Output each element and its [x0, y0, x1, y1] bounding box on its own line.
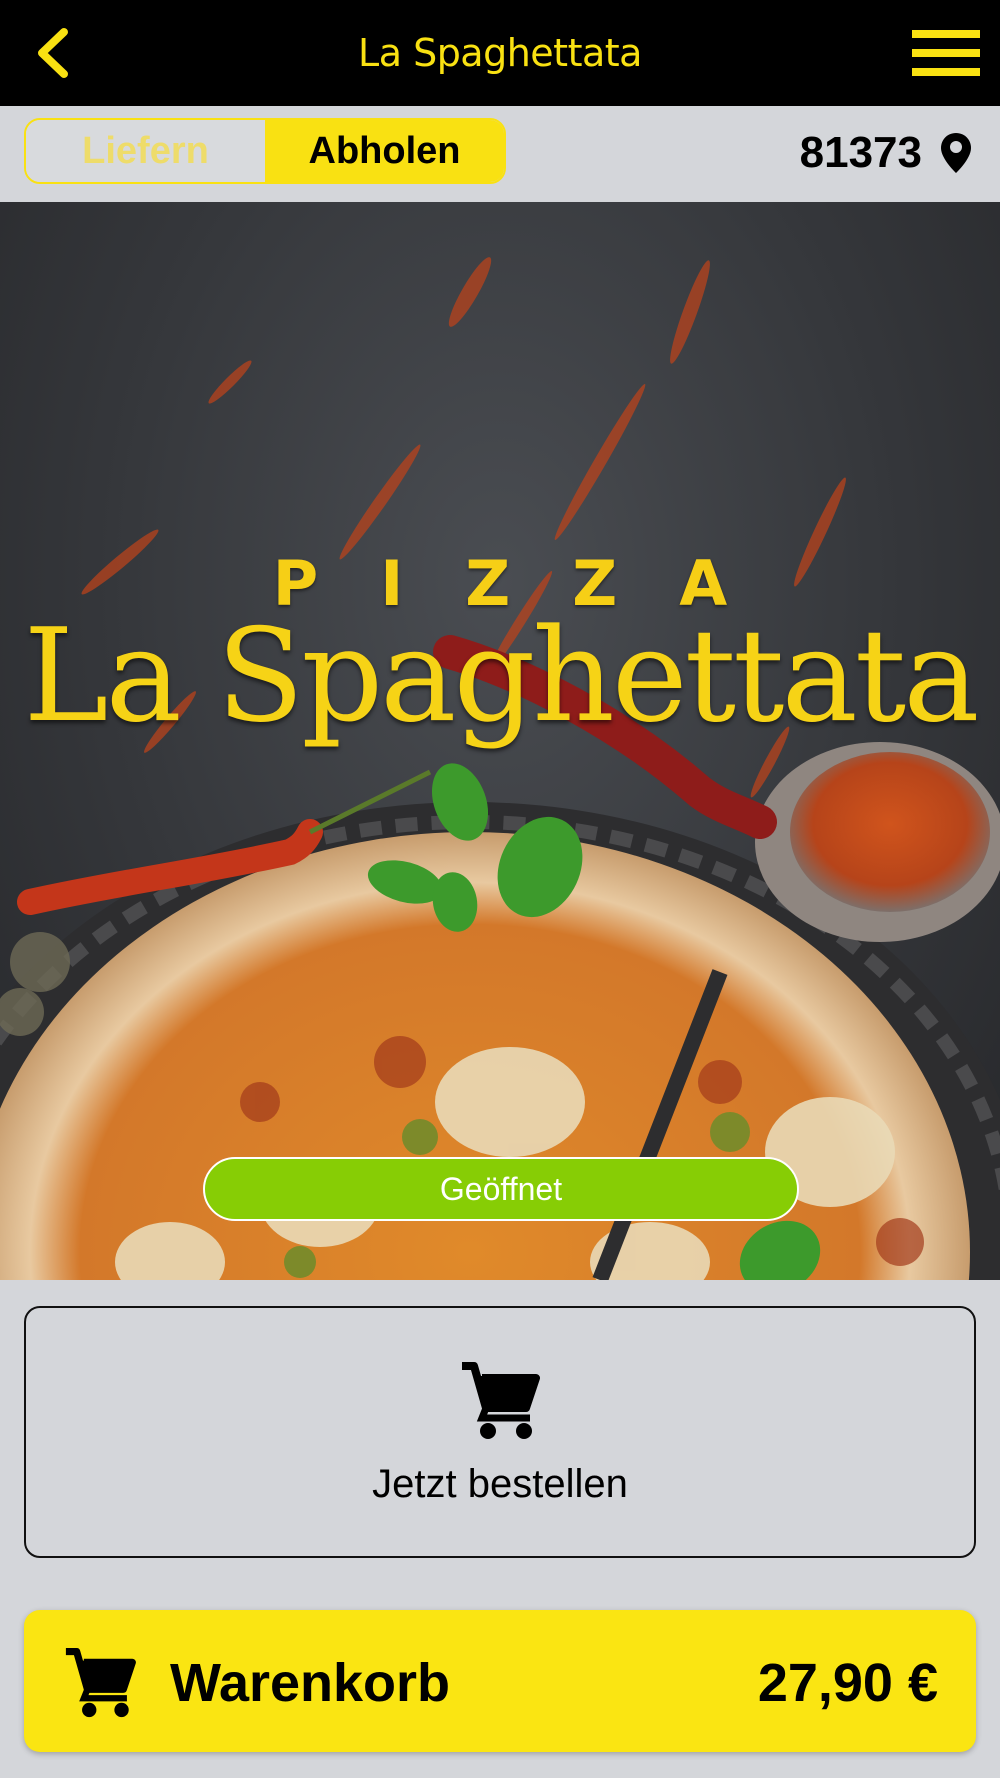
cart-icon — [65, 1648, 136, 1718]
open-status-badge: Geöffnet — [203, 1157, 799, 1221]
app-header: La Spaghettata — [0, 0, 1000, 106]
menu-button[interactable] — [912, 28, 980, 78]
cart-icon — [462, 1362, 540, 1439]
zip-code: 81373 — [799, 128, 922, 177]
map-pin-icon — [941, 133, 971, 173]
logo-restaurant-name: La Spaghettata — [23, 602, 980, 751]
toggle-option-abholen[interactable]: Abholen — [265, 120, 504, 182]
hero-banner: PIZZA La Spaghettata Geöffnet — [0, 202, 1000, 1280]
order-now-button[interactable]: Jetzt bestellen — [24, 1306, 976, 1558]
page-title: La Spaghettata — [358, 31, 642, 75]
delivery-mode-toggle: Liefern Abholen — [24, 118, 506, 184]
chevron-left-icon — [38, 28, 68, 78]
location-selector[interactable]: 81373 — [800, 128, 972, 178]
order-now-label: Jetzt bestellen — [372, 1462, 628, 1506]
cart-total: 27,90 € — [757, 1653, 938, 1713]
hamburger-menu-icon — [912, 30, 980, 38]
cart-label: Warenkorb — [170, 1653, 451, 1713]
toggle-option-liefern[interactable]: Liefern — [26, 120, 265, 182]
cart-bar[interactable]: Warenkorb 27,90 € — [24, 1610, 976, 1752]
mode-bar: Liefern Abholen 81373 — [0, 106, 1000, 202]
back-button[interactable] — [30, 26, 80, 80]
